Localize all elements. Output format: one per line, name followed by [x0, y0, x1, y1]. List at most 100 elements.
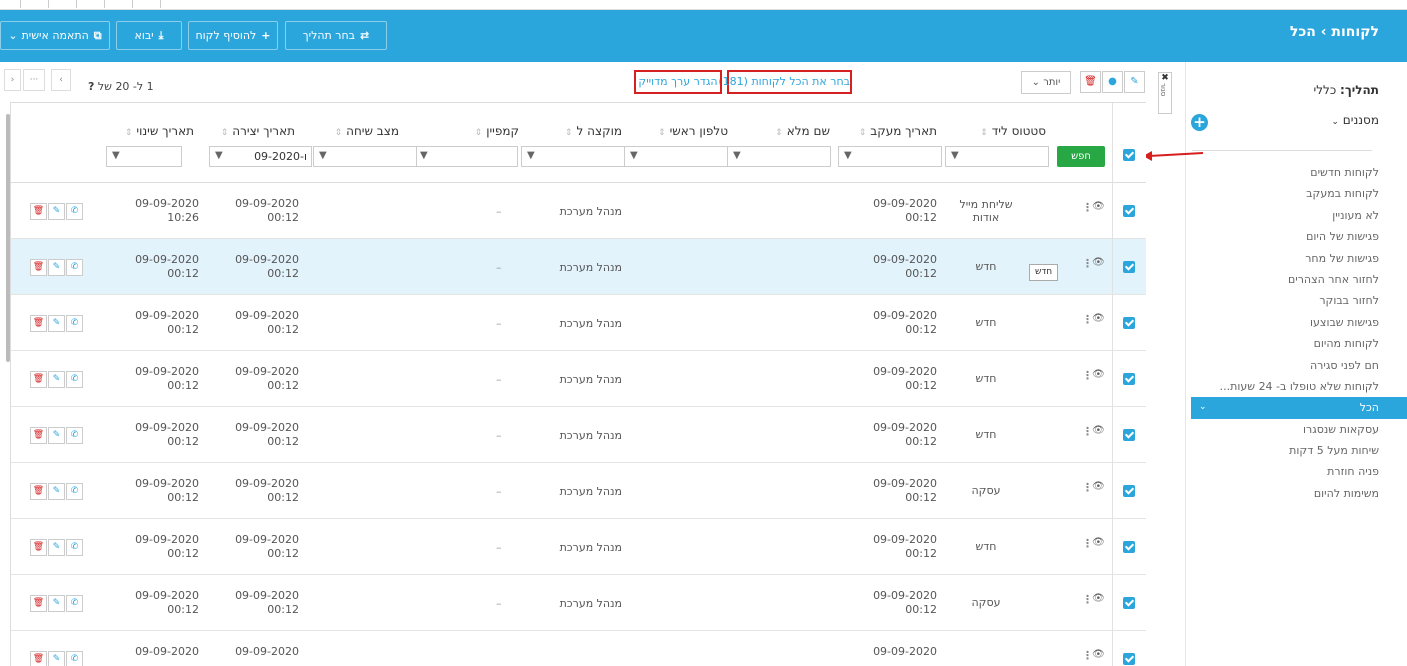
more-vertical-icon[interactable]: ⋮ — [1082, 649, 1093, 662]
comment-icon[interactable]: ● — [1102, 71, 1123, 93]
sidebar-item[interactable]: שיחות מעל 5 דקות — [1191, 440, 1379, 461]
column-header-status[interactable]: סטטוס ליד⇕ — [980, 124, 1046, 138]
delete-icon[interactable]: 🗑 — [30, 595, 47, 612]
delete-icon[interactable]: 🗑 — [30, 259, 47, 276]
edit-icon[interactable]: ✎ — [48, 483, 65, 500]
eye-icon[interactable]: 👁 — [1092, 369, 1105, 380]
filter-input-created[interactable]: ▼ 09-2020-ו — [209, 146, 312, 167]
column-header-followup[interactable]: תאריך מעקב⇕ — [859, 124, 937, 138]
row-checkbox[interactable] — [1123, 485, 1135, 497]
filter-input-assigned[interactable]: ▼ — [521, 146, 625, 167]
phone-icon[interactable]: ✆ — [66, 595, 83, 612]
pager-next[interactable]: › — [4, 69, 21, 91]
phone-icon[interactable]: ✆ — [66, 203, 83, 220]
delete-icon[interactable]: 🗑 — [1080, 71, 1101, 93]
choose-process-button[interactable]: ⇄ בחר תהליך — [285, 21, 387, 50]
eye-icon[interactable]: 👁 — [1092, 313, 1105, 324]
more-vertical-icon[interactable]: ⋮ — [1082, 369, 1093, 382]
sidebar-item[interactable]: לחזור אחר הצהרים — [1191, 269, 1379, 290]
sidebar-item[interactable]: לקוחות במעקב — [1191, 183, 1379, 204]
edit-icon[interactable]: ✎ — [48, 595, 65, 612]
edit-icon[interactable]: ✎ — [48, 315, 65, 332]
table-row[interactable]: 👁 ⋮ חדש 09-09-2020 00:12 מנהל מערכת –09-09-202… — [11, 295, 1146, 351]
sidebar-item[interactable]: לא מעוניין — [1191, 205, 1379, 226]
row-checkbox[interactable] — [1123, 205, 1135, 217]
sidebar-item[interactable]: משימות להיום — [1191, 483, 1379, 504]
filter-input-status[interactable]: ▼ — [945, 146, 1049, 167]
edit-icon[interactable]: ✎ — [1124, 71, 1145, 93]
edit-icon[interactable]: ✎ — [48, 371, 65, 388]
more-vertical-icon[interactable]: ⋮ — [1082, 537, 1093, 550]
pager-more[interactable]: ··· — [23, 69, 45, 91]
delete-icon[interactable]: 🗑 — [30, 483, 47, 500]
row-checkbox[interactable] — [1123, 653, 1135, 665]
eye-icon[interactable]: 👁 — [1092, 425, 1105, 436]
column-header-phone[interactable]: טלפון ראשי⇕ — [658, 124, 728, 138]
table-row[interactable]: 👁 ⋮ שליחת מייל אודות 09-09-2020 00:12 מנהל מע… — [11, 183, 1146, 239]
sidebar-item[interactable]: לקוחות שלא טופלו ב- 24 שעות... — [1191, 376, 1379, 397]
phone-icon[interactable]: ✆ — [66, 371, 83, 388]
filter-input-fullname[interactable]: ▼ — [727, 146, 831, 167]
column-header-campaign[interactable]: קמפיין⇕ — [475, 124, 519, 138]
eye-icon[interactable]: 👁 — [1092, 481, 1105, 492]
more-vertical-icon[interactable]: ⋮ — [1082, 201, 1093, 214]
sidebar-item[interactable]: לקוחות מהיום — [1191, 333, 1379, 354]
column-header-changed[interactable]: תאריך שינוי⇕ — [125, 124, 194, 138]
more-vertical-icon[interactable]: ⋮ — [1082, 425, 1093, 438]
delete-icon[interactable]: 🗑 — [30, 315, 47, 332]
table-row[interactable]: 👁 ⋮ חדש 09-09-2020 00:12 מנהל מערכת –09-09-202… — [11, 407, 1146, 463]
customize-button[interactable]: ⧉ התאמה אישית⌄ — [0, 21, 110, 50]
table-row[interactable]: 👁 ⋮ חדש חדש 09-09-2020 00:12 מנהל מערכת –09-09-… — [11, 239, 1146, 295]
phone-icon[interactable]: ✆ — [66, 651, 83, 666]
filter-input-campaign[interactable]: ▼ — [414, 146, 518, 167]
table-row[interactable]: 👁 ⋮ עסקה 09-09-2020 00:12 מנהל מערכת –09-09-20… — [11, 575, 1146, 631]
delete-icon[interactable]: 🗑 — [30, 539, 47, 556]
table-row[interactable]: 👁 ⋮ 09-09-2020 09-09-2020 09-09-2020 🗑 ✎ ✆ — [11, 631, 1146, 666]
add-customer-button[interactable]: + להוסיף לקוח — [188, 21, 278, 50]
delete-icon[interactable]: 🗑 — [30, 371, 47, 388]
filters-toggle[interactable]: מסננים ⌄ — [1331, 113, 1379, 127]
sidebar-item[interactable]: הכל ⌄ — [1191, 397, 1407, 419]
define-exact-value-link[interactable]: הגדר ערך מדוייק — [634, 70, 722, 94]
column-header-fullname[interactable]: שם מלא⇕ — [775, 124, 830, 138]
edit-icon[interactable]: ✎ — [48, 259, 65, 276]
filter-input-callstatus[interactable]: ▼ — [313, 146, 417, 167]
sidebar-item[interactable]: פגישות שבוצעו — [1191, 312, 1379, 333]
delete-icon[interactable]: 🗑 — [30, 203, 47, 220]
phone-icon[interactable]: ✆ — [66, 539, 83, 556]
sidebar-item[interactable]: פגישות של מחר — [1191, 248, 1379, 269]
column-header-assigned[interactable]: מוקצה ל⇕ — [565, 124, 622, 138]
phone-icon[interactable]: ✆ — [66, 259, 83, 276]
filter-input-followup[interactable]: ▼ — [838, 146, 942, 167]
sidebar-item[interactable]: חם לפני סגירה — [1191, 355, 1379, 376]
close-sidebar-tab[interactable]: ✖ סגור — [1158, 72, 1172, 114]
sidebar-item[interactable]: פניה חוזרת — [1191, 461, 1379, 482]
process-indicator[interactable]: תהליך: כללי — [1314, 83, 1379, 97]
more-dropdown[interactable]: יותר ⌄ — [1021, 71, 1071, 94]
filter-input-changed[interactable]: ▼ — [106, 146, 182, 167]
filter-input-phone[interactable]: ▼ — [624, 146, 728, 167]
scrollbar[interactable] — [6, 114, 10, 362]
sidebar-item[interactable]: פגישות של היום — [1191, 226, 1379, 247]
sidebar-item[interactable]: לקוחות חדשים — [1191, 162, 1379, 183]
row-checkbox[interactable] — [1123, 541, 1135, 553]
table-row[interactable]: 👁 ⋮ עסקה 09-09-2020 00:12 מנהל מערכת –09-09-20… — [11, 463, 1146, 519]
eye-icon[interactable]: 👁 — [1092, 201, 1105, 212]
sidebar-item[interactable]: לחזור בבוקר — [1191, 290, 1379, 311]
phone-icon[interactable]: ✆ — [66, 483, 83, 500]
column-header-callstatus[interactable]: מצב שיחה⇕ — [335, 124, 399, 138]
more-vertical-icon[interactable]: ⋮ — [1082, 313, 1093, 326]
sidebar-item[interactable]: עסקאות שנסגרו — [1191, 419, 1379, 440]
phone-icon[interactable]: ✆ — [66, 427, 83, 444]
column-header-created[interactable]: תאריך יצירה⇕ — [221, 124, 295, 138]
delete-icon[interactable]: 🗑 — [30, 427, 47, 444]
eye-icon[interactable]: 👁 — [1092, 649, 1105, 660]
edit-icon[interactable]: ✎ — [48, 427, 65, 444]
add-filter-button[interactable]: + — [1191, 114, 1208, 131]
row-checkbox[interactable] — [1123, 373, 1135, 385]
pager-prev[interactable]: ‹ — [51, 69, 71, 91]
phone-icon[interactable]: ✆ — [66, 315, 83, 332]
edit-icon[interactable]: ✎ — [48, 539, 65, 556]
more-vertical-icon[interactable]: ⋮ — [1082, 257, 1093, 270]
more-vertical-icon[interactable]: ⋮ — [1082, 593, 1093, 606]
